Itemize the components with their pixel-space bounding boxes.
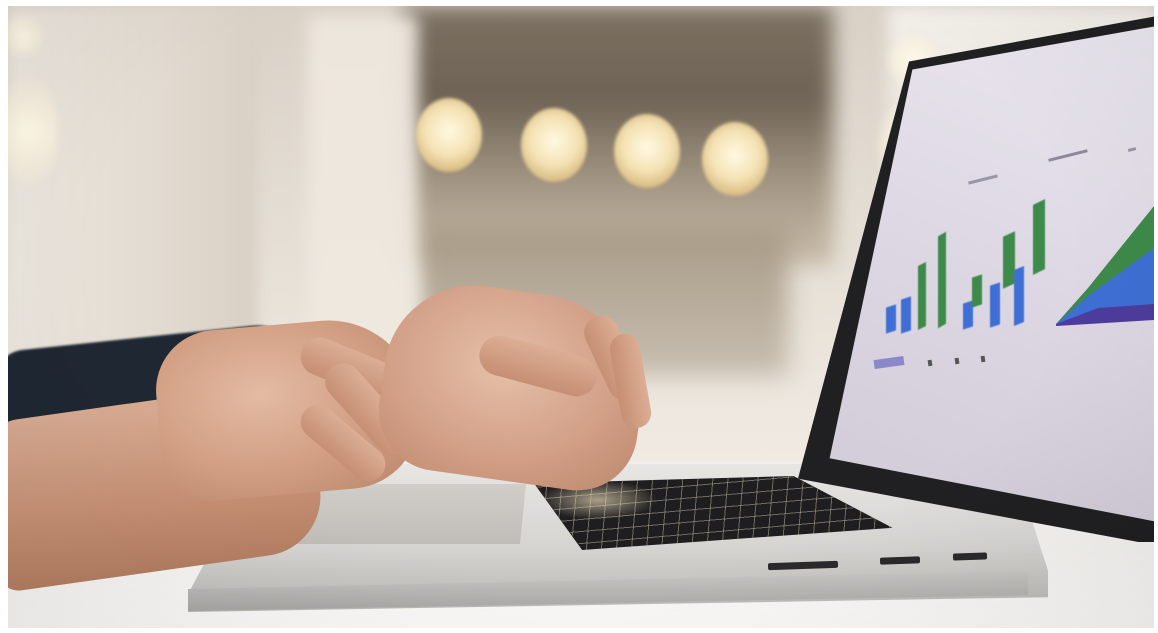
screen-area-chart — [1056, 206, 1154, 326]
screen-text — [1048, 149, 1088, 162]
screen-text — [1127, 147, 1137, 152]
chart-bar — [901, 296, 911, 334]
screen-text — [968, 174, 998, 185]
screen-legend-mark — [927, 359, 933, 367]
screen-legend-mark — [980, 355, 986, 363]
chart-bar — [886, 304, 896, 334]
photo-frame — [8, 6, 1154, 628]
chart-bar — [938, 231, 946, 329]
chart-bar — [1033, 199, 1045, 275]
chart-bar — [1014, 265, 1024, 327]
chart-bar — [972, 274, 982, 308]
screen-legend-mark — [954, 357, 960, 365]
chart-bar — [918, 262, 926, 330]
screen-legend-chip — [873, 355, 905, 370]
chart-bar — [990, 282, 1000, 328]
